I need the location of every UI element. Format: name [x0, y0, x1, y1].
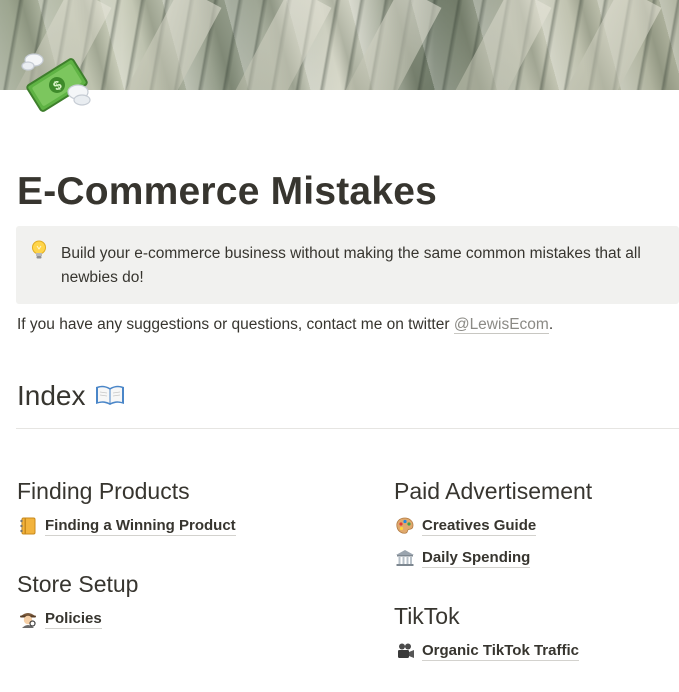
link-label: Daily Spending — [422, 549, 531, 568]
section-heading-store-setup: Store Setup — [17, 571, 139, 597]
link-finding-a-winning-product[interactable]: Finding a Winning Product — [18, 513, 236, 539]
link-organic-tiktok-traffic[interactable]: Organic TikTok Traffic — [395, 638, 579, 664]
index-heading: Index — [17, 380, 126, 412]
link-label: Organic TikTok Traffic — [422, 642, 579, 661]
page-title: E-Commerce Mistakes — [17, 170, 437, 213]
movie-camera-icon — [395, 641, 415, 661]
cover-image — [0, 0, 679, 90]
open-book-icon — [94, 382, 126, 406]
link-daily-spending[interactable]: Daily Spending — [395, 545, 531, 571]
section-heading-paid-advertisement: Paid Advertisement — [394, 478, 593, 504]
section-heading-finding-products: Finding Products — [17, 478, 190, 504]
contact-prefix: If you have any suggestions or questions… — [17, 316, 454, 333]
divider — [16, 428, 679, 429]
callout-block: Build your e-commerce business without m… — [16, 226, 679, 304]
contact-suffix: . — [548, 316, 554, 333]
detective-icon — [18, 609, 38, 629]
link-label: Creatives Guide — [422, 517, 537, 536]
twitter-handle-link[interactable]: @LewisEcom — [453, 316, 549, 334]
link-label: Finding a Winning Product — [45, 517, 236, 536]
index-heading-text: Index — [17, 380, 86, 411]
bank-icon — [395, 548, 415, 568]
notebook-icon — [18, 516, 38, 536]
light-bulb-icon — [30, 240, 48, 260]
callout-text: Build your e-commerce business without m… — [61, 245, 641, 286]
money-with-wings-icon[interactable]: $ — [20, 48, 94, 122]
link-label: Policies — [45, 610, 102, 629]
link-creatives-guide[interactable]: Creatives Guide — [395, 513, 537, 539]
link-policies[interactable]: Policies — [18, 606, 102, 632]
section-heading-tiktok: TikTok — [394, 603, 460, 629]
artist-palette-icon — [395, 516, 415, 536]
contact-line: If you have any suggestions or questions… — [17, 316, 553, 334]
